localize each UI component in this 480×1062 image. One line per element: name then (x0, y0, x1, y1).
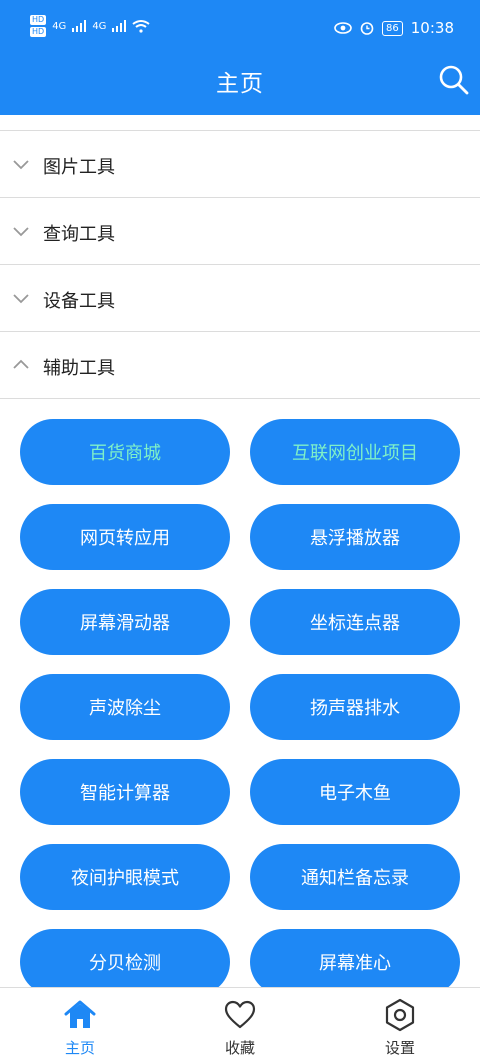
nav-label: 设置 (384, 1039, 415, 1057)
chevron-down-icon (13, 160, 29, 170)
tool-button-sonic-dust[interactable]: 声波除尘 (20, 674, 230, 740)
page-title: 主页 (216, 71, 264, 97)
eye-icon (334, 22, 352, 34)
wifi-icon (132, 20, 151, 33)
group-assist-tools[interactable]: 辅助工具 (0, 332, 480, 399)
tool-button-wooden-fish[interactable]: 电子木鱼 (250, 759, 460, 825)
tool-button-auto-clicker[interactable]: 坐标连点器 (250, 589, 460, 655)
tool-button-internet-startup[interactable]: 互联网创业项目 (250, 419, 460, 485)
nav-label: 主页 (64, 1039, 95, 1057)
group-label: 图片工具 (43, 157, 115, 178)
chevron-down-icon (13, 294, 29, 304)
tool-button-screen-slider[interactable]: 屏幕滑动器 (20, 589, 230, 655)
group-label: 辅助工具 (43, 358, 115, 379)
home-icon (64, 1000, 96, 1028)
alarm-icon (360, 22, 374, 35)
group-label: 设备工具 (43, 291, 115, 312)
status-bar-left: HD HD 4G 4G (30, 15, 151, 37)
heart-icon (224, 1000, 256, 1029)
tool-button-web-to-app[interactable]: 网页转应用 (20, 504, 230, 570)
app-header: HD HD 4G 4G 86 10:38 主页 (0, 0, 480, 115)
hd-badges: HD HD (30, 15, 47, 37)
status-bar-right: 86 10:38 (334, 19, 454, 37)
search-icon[interactable] (438, 64, 470, 96)
status-bar: HD HD 4G 4G 86 10:38 (0, 0, 480, 56)
tool-button-night-mode[interactable]: 夜间护眼模式 (20, 844, 230, 910)
nav-label: 收藏 (224, 1039, 255, 1057)
tool-button-floating-player[interactable]: 悬浮播放器 (250, 504, 460, 570)
signal-icon (72, 20, 87, 32)
group-image-tools[interactable]: 图片工具 (0, 131, 480, 198)
network-type-1: 4G (52, 20, 67, 32)
bottom-nav: 主页 收藏 设置 (0, 987, 480, 1062)
signal-icon (112, 20, 127, 32)
tool-button-speaker-drain[interactable]: 扬声器排水 (250, 674, 460, 740)
tool-button-decibel[interactable]: 分贝检测 (20, 929, 230, 995)
hd-badge-1: HD (30, 15, 47, 25)
tool-button-crosshair[interactable]: 屏幕准心 (250, 929, 460, 995)
chevron-up-icon (13, 359, 29, 369)
battery-indicator: 86 (382, 20, 403, 36)
chevron-down-icon (13, 227, 29, 237)
nav-item-home[interactable]: 主页 (35, 998, 125, 1058)
tool-button-mall[interactable]: 百货商城 (20, 419, 230, 485)
tool-button-notification-memo[interactable]: 通知栏备忘录 (250, 844, 460, 910)
clock: 10:38 (410, 19, 454, 37)
hd-badge-2: HD (30, 27, 47, 37)
group-query-tools[interactable]: 查询工具 (0, 198, 480, 265)
nav-item-favorites[interactable]: 收藏 (195, 998, 285, 1058)
settings-icon (385, 998, 415, 1032)
nav-item-settings[interactable]: 设置 (355, 998, 445, 1058)
network-type-2: 4G (92, 20, 107, 32)
group-device-tools[interactable]: 设备工具 (0, 265, 480, 332)
group-label: 查询工具 (43, 224, 115, 245)
tool-button-calculator[interactable]: 智能计算器 (20, 759, 230, 825)
